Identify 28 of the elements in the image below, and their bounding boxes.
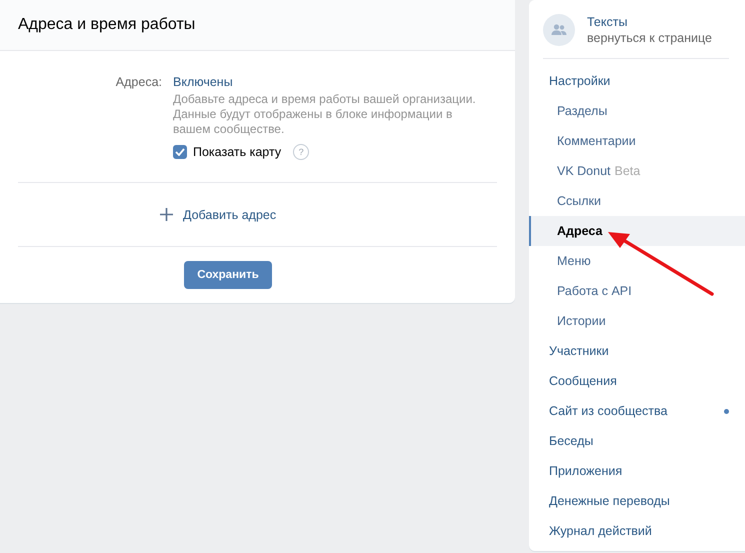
menu-item[interactable]: Денежные переводы <box>529 486 745 516</box>
back-link[interactable]: вернуться к странице <box>587 31 712 45</box>
menu-item[interactable]: VK Donut Beta <box>529 156 745 186</box>
menu-item[interactable]: Истории <box>529 306 745 336</box>
description-text: Добавьте адреса и время работы вашей организации. Данные будут отображены в блоке информации в вашем сообществе. <box>173 92 477 137</box>
save-button[interactable]: Сохранить <box>184 261 272 289</box>
menu-item[interactable]: Сообщения <box>529 366 745 396</box>
checkbox-label[interactable]: Показать карту <box>193 145 282 159</box>
menu-item[interactable]: Разделы <box>529 96 745 126</box>
panel-title: Адреса и время работы <box>18 16 196 34</box>
menu-item[interactable]: Журнал действий <box>529 516 745 546</box>
show-map-checkbox[interactable] <box>173 145 187 159</box>
group-avatar-icon <box>543 14 575 46</box>
community-name[interactable]: Тексты <box>587 15 712 29</box>
add-address-link[interactable]: Добавить адрес <box>160 208 276 222</box>
menu-item[interactable]: Работа с API <box>529 276 745 306</box>
menu-item[interactable]: Участники <box>529 336 745 366</box>
menu-item[interactable]: Беседы <box>529 426 745 456</box>
addresses-status-link[interactable]: Включены <box>173 74 233 90</box>
plus-icon <box>160 208 173 221</box>
menu-item[interactable]: Адреса <box>529 216 745 246</box>
menu-item[interactable]: Меню <box>529 246 745 276</box>
menu-item[interactable]: Ссылки <box>529 186 745 216</box>
field-label: Адреса: <box>114 74 163 91</box>
menu-item[interactable]: Комментарии <box>529 126 745 156</box>
menu-item[interactable]: Сайт из сообщества <box>529 396 745 426</box>
menu-item[interactable]: Приложения <box>529 456 745 486</box>
menu-item[interactable]: Настройки <box>529 66 745 96</box>
